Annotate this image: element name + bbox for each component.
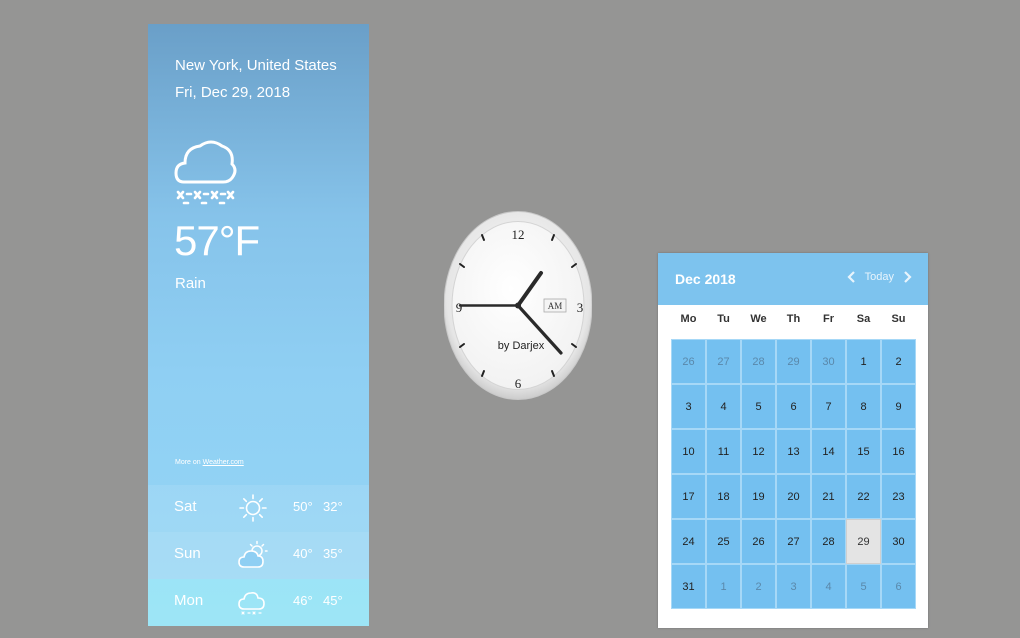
- calendar-day[interactable]: 3: [776, 564, 811, 609]
- calendar-day[interactable]: 5: [846, 564, 881, 609]
- clock-face: 12 3 6 9 AM by Darjex: [444, 211, 592, 400]
- calendar-day[interactable]: 9: [881, 384, 916, 429]
- calendar-day[interactable]: 11: [706, 429, 741, 474]
- calendar-day[interactable]: 20: [776, 474, 811, 519]
- calendar-widget: Dec 2018 Today Mo Tu We Th Fr Sa Su 26 27…: [658, 253, 928, 628]
- calendar-day[interactable]: 2: [881, 339, 916, 384]
- calendar-day[interactable]: 4: [706, 384, 741, 429]
- calendar-day[interactable]: 12: [741, 429, 776, 474]
- forecast-day: Sat: [174, 498, 197, 515]
- calendar-day[interactable]: 28: [811, 519, 846, 564]
- calendar-day[interactable]: 31: [671, 564, 706, 609]
- calendar-day[interactable]: 27: [706, 339, 741, 384]
- calendar-nav: Today: [845, 270, 914, 284]
- calendar-day[interactable]: 8: [846, 384, 881, 429]
- forecast-day: Mon: [174, 592, 204, 609]
- clock-credit: by Darjex: [498, 340, 545, 352]
- calendar-day-grid: 26 27 28 29 30 1 2 3 4 5 6 7 8 9 10 11 12 13 14 15 16 17 18 19 2…: [671, 339, 916, 609]
- calendar-day[interactable]: 2: [741, 564, 776, 609]
- forecast-row-sun: Sun 40° 35°: [148, 532, 369, 579]
- analog-clock-widget: 12 3 6 9 AM by Darjex: [444, 211, 592, 400]
- chevron-left-icon[interactable]: [845, 270, 859, 284]
- weather-condition: Rain: [175, 275, 206, 292]
- forecast-high: 50°: [293, 499, 313, 514]
- today-button[interactable]: Today: [865, 271, 894, 283]
- forecast-low: 32°: [323, 499, 343, 514]
- sun-icon: [239, 494, 267, 522]
- calendar-day[interactable]: 5: [741, 384, 776, 429]
- calendar-day[interactable]: 6: [776, 384, 811, 429]
- partly-cloudy-icon: [238, 540, 268, 568]
- calendar-day[interactable]: 22: [846, 474, 881, 519]
- weekday-label: Sa: [856, 313, 871, 325]
- weekday-label: Fr: [823, 313, 834, 325]
- forecast-high: 46°: [293, 593, 313, 608]
- forecast-row-sat: Sat 50° 32°: [148, 485, 369, 532]
- numeral-9: 9: [456, 300, 463, 315]
- forecast-high: 40°: [293, 546, 313, 561]
- calendar-day[interactable]: 30: [881, 519, 916, 564]
- weather-com-link[interactable]: Weather.com: [203, 459, 244, 466]
- weather-widget: New York, United States Fri, Dec 29, 201…: [148, 24, 369, 626]
- more-on-text: More on Weather.com: [175, 459, 244, 466]
- calendar-day[interactable]: 26: [741, 519, 776, 564]
- more-on-prefix: More on: [175, 459, 203, 466]
- calendar-day[interactable]: 19: [741, 474, 776, 519]
- numeral-3: 3: [577, 300, 584, 315]
- calendar-day[interactable]: 17: [671, 474, 706, 519]
- numeral-12: 12: [512, 227, 525, 242]
- forecast-row-mon: Mon 46° 45°: [148, 579, 369, 626]
- weather-location: New York, United States: [175, 57, 337, 74]
- weekday-label: Tu: [717, 313, 730, 325]
- calendar-day[interactable]: 15: [846, 429, 881, 474]
- calendar-day[interactable]: 4: [811, 564, 846, 609]
- calendar-day[interactable]: 27: [776, 519, 811, 564]
- calendar-day[interactable]: 24: [671, 519, 706, 564]
- calendar-day-today[interactable]: 29: [846, 519, 881, 564]
- calendar-day[interactable]: 13: [776, 429, 811, 474]
- calendar-day[interactable]: 30: [811, 339, 846, 384]
- calendar-day[interactable]: 7: [811, 384, 846, 429]
- ampm-label: AM: [548, 301, 563, 311]
- chevron-right-icon[interactable]: [900, 270, 914, 284]
- calendar-day[interactable]: 29: [776, 339, 811, 384]
- calendar-day[interactable]: 10: [671, 429, 706, 474]
- calendar-day[interactable]: 25: [706, 519, 741, 564]
- calendar-month-title: Dec 2018: [675, 271, 736, 287]
- weekday-label: Mo: [680, 313, 697, 325]
- cloud-rain-icon: [174, 140, 237, 205]
- calendar-day[interactable]: 23: [881, 474, 916, 519]
- numeral-6: 6: [515, 376, 522, 391]
- clock-center-pin: [515, 302, 521, 309]
- calendar-day[interactable]: 28: [741, 339, 776, 384]
- weather-temperature: 57°F: [174, 217, 260, 264]
- forecast-day: Sun: [174, 545, 201, 562]
- calendar-day[interactable]: 16: [881, 429, 916, 474]
- calendar-day[interactable]: 14: [811, 429, 846, 474]
- calendar-day[interactable]: 6: [881, 564, 916, 609]
- calendar-day[interactable]: 3: [671, 384, 706, 429]
- calendar-day[interactable]: 18: [706, 474, 741, 519]
- weekday-label: Su: [891, 313, 906, 325]
- weekday-label: Th: [786, 313, 801, 325]
- weather-date: Fri, Dec 29, 2018: [175, 84, 291, 101]
- weekday-label: We: [750, 313, 767, 325]
- calendar-day[interactable]: 1: [846, 339, 881, 384]
- weekday-header: Mo Tu We Th Fr Sa Su: [671, 313, 916, 325]
- calendar-day[interactable]: 21: [811, 474, 846, 519]
- calendar-day[interactable]: 1: [706, 564, 741, 609]
- forecast-low: 45°: [323, 593, 343, 608]
- calendar-header: Dec 2018 Today: [658, 253, 928, 305]
- cloud-rain-icon: [238, 592, 265, 615]
- forecast-low: 35°: [323, 546, 343, 561]
- calendar-day[interactable]: 26: [671, 339, 706, 384]
